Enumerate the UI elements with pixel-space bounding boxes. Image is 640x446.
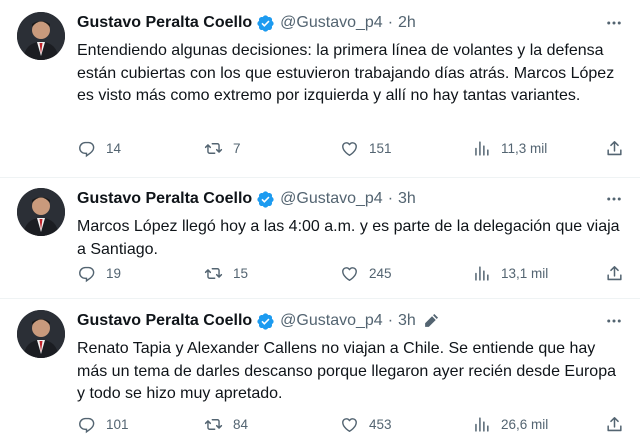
retweet-button[interactable]: 7 bbox=[204, 139, 241, 158]
reply-icon bbox=[77, 139, 106, 158]
retweet-icon bbox=[204, 264, 233, 283]
like-count: 151 bbox=[369, 140, 392, 156]
avatar[interactable] bbox=[17, 188, 65, 236]
more-horizontal-icon[interactable] bbox=[602, 12, 626, 34]
like-count: 245 bbox=[369, 265, 392, 281]
tweet[interactable]: Gustavo Peralta Coello @Gustavo_p4 · 2h … bbox=[0, 0, 640, 178]
share-icon bbox=[605, 264, 634, 283]
share-button[interactable] bbox=[605, 139, 634, 158]
tweet-timestamp[interactable]: 3h bbox=[398, 312, 416, 330]
like-button[interactable]: 151 bbox=[340, 139, 392, 158]
edit-pencil-icon[interactable] bbox=[422, 313, 439, 330]
like-button[interactable]: 453 bbox=[340, 415, 392, 434]
verified-badge-icon bbox=[256, 190, 275, 209]
retweet-count: 7 bbox=[233, 140, 241, 156]
more-horizontal-icon[interactable] bbox=[602, 188, 626, 210]
like-count: 453 bbox=[369, 416, 392, 432]
heart-icon bbox=[340, 264, 369, 283]
reply-icon bbox=[77, 264, 106, 283]
heart-icon bbox=[340, 415, 369, 434]
separator-dot: · bbox=[387, 312, 394, 329]
author-name[interactable]: Gustavo Peralta Coello bbox=[77, 312, 252, 330]
reply-button[interactable]: 19 bbox=[77, 264, 121, 283]
author-handle[interactable]: @Gustavo_p4 bbox=[280, 312, 383, 330]
reply-button[interactable]: 101 bbox=[77, 415, 129, 434]
tweet-text: Marcos López llegó hoy a las 4:00 a.m. y… bbox=[77, 218, 620, 258]
verified-badge-icon bbox=[256, 14, 275, 33]
heart-icon bbox=[340, 139, 369, 158]
reply-count: 101 bbox=[106, 416, 129, 432]
author-handle[interactable]: @Gustavo_p4 bbox=[280, 14, 383, 32]
timeline-feed: Gustavo Peralta Coello @Gustavo_p4 · 2h … bbox=[0, 0, 640, 446]
share-button[interactable] bbox=[605, 415, 634, 434]
views-count: 13,1 mil bbox=[501, 265, 549, 281]
views-count: 11,3 mil bbox=[501, 140, 548, 156]
author-name[interactable]: Gustavo Peralta Coello bbox=[77, 190, 252, 208]
share-icon bbox=[605, 139, 634, 158]
separator-dot: · bbox=[387, 14, 394, 31]
tweet-text: Renato Tapia y Alexander Callens no viaj… bbox=[77, 340, 616, 402]
retweet-icon bbox=[204, 415, 233, 434]
reply-button[interactable]: 14 bbox=[77, 139, 121, 158]
retweet-button[interactable]: 84 bbox=[204, 415, 248, 434]
verified-badge-icon bbox=[256, 312, 275, 331]
tweet-timestamp[interactable]: 3h bbox=[398, 190, 416, 208]
retweet-icon bbox=[204, 139, 233, 158]
retweet-button[interactable]: 15 bbox=[204, 264, 248, 283]
retweet-count: 15 bbox=[233, 265, 249, 281]
views-button[interactable]: 26,6 mil bbox=[472, 415, 548, 434]
author-handle[interactable]: @Gustavo_p4 bbox=[280, 190, 383, 208]
views-icon bbox=[472, 415, 501, 434]
more-horizontal-icon[interactable] bbox=[602, 310, 626, 332]
views-icon bbox=[472, 139, 501, 158]
tweet[interactable]: Gustavo Peralta Coello @Gustavo_p4 · 3h … bbox=[0, 178, 640, 299]
avatar[interactable] bbox=[17, 310, 65, 358]
reply-count: 19 bbox=[106, 265, 122, 281]
like-button[interactable]: 245 bbox=[340, 264, 392, 283]
share-icon bbox=[605, 415, 634, 434]
avatar[interactable] bbox=[17, 12, 65, 60]
separator-dot: · bbox=[387, 190, 394, 207]
share-button[interactable] bbox=[605, 264, 634, 283]
views-button[interactable]: 13,1 mil bbox=[472, 264, 548, 283]
tweet[interactable]: Gustavo Peralta Coello @Gustavo_p4 · 3h … bbox=[0, 299, 640, 446]
views-count: 26,6 mil bbox=[501, 416, 549, 432]
tweet-timestamp[interactable]: 2h bbox=[398, 14, 416, 32]
author-name[interactable]: Gustavo Peralta Coello bbox=[77, 14, 252, 32]
views-icon bbox=[472, 264, 501, 283]
reply-count: 14 bbox=[106, 140, 122, 156]
retweet-count: 84 bbox=[233, 416, 249, 432]
views-button[interactable]: 11,3 mil bbox=[472, 139, 547, 158]
tweet-text: Entendiendo algunas decisiones: la prime… bbox=[77, 42, 615, 104]
reply-icon bbox=[77, 415, 106, 434]
